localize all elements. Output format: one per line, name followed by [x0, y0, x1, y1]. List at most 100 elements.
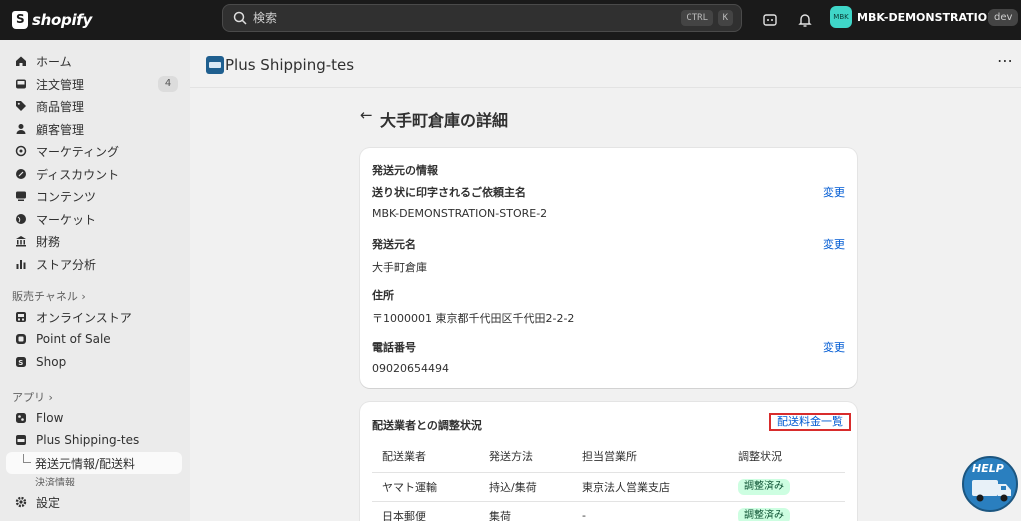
- chart-icon: [14, 257, 28, 271]
- column-header: 配送業者: [372, 440, 479, 473]
- sidebar-item-label: ストア分析: [36, 257, 97, 272]
- sidebar-item-label: マーケット: [36, 212, 97, 227]
- table-row[interactable]: ヤマト運輸 持込/集荷 東京法人営業支店 調整済み: [372, 472, 845, 502]
- app-title: Plus Shipping-tes: [225, 56, 355, 74]
- sidebar-item-label: 財務: [36, 234, 61, 249]
- shortcut-k-key: K: [717, 10, 733, 26]
- table-header-row: 配送業者 発送方法 担当営業所 調整状況: [372, 440, 845, 473]
- svg-text:S: S: [18, 359, 23, 367]
- card-heading: 発送元の情報: [372, 164, 438, 177]
- sidebar-item-label: Shop: [36, 355, 67, 369]
- app-icon: [14, 433, 28, 447]
- tag-icon: [14, 99, 28, 113]
- table-row[interactable]: 日本郵便 集荷 - 調整済み: [372, 501, 845, 521]
- search-icon: [233, 11, 247, 25]
- sidebar-subitem-payment[interactable]: 決済情報: [35, 477, 75, 486]
- office-cell: -: [572, 501, 728, 521]
- bell-icon[interactable]: [795, 10, 815, 30]
- sidebar-item-label: 注文管理: [36, 77, 85, 92]
- store-icon: [14, 310, 28, 324]
- apps-label: アプリ: [12, 391, 45, 404]
- sidebar-item-products[interactable]: 商品管理: [6, 95, 182, 117]
- sidebar-item-online-store[interactable]: オンラインストア: [6, 306, 182, 328]
- sidebar-item-finance[interactable]: 財務: [6, 230, 182, 252]
- shortcut-ctrl-key: CTRL: [681, 10, 713, 26]
- home-icon: [14, 54, 28, 68]
- method-cell: 集荷: [479, 501, 572, 521]
- sidebar-subitem-label: 発送元情報/配送料: [35, 456, 136, 471]
- plus-shipping-app-icon: [206, 56, 224, 74]
- sidebar-item-label: オンラインストア: [36, 310, 132, 325]
- person-icon: [14, 122, 28, 136]
- orders-count-badge: 4: [158, 76, 178, 92]
- phone-value: 09020654494: [372, 362, 449, 375]
- sidebar-item-label: 商品管理: [36, 99, 85, 114]
- sidebar-item-orders[interactable]: 注文管理 4: [6, 73, 182, 95]
- apps-heading[interactable]: アプリ ›: [12, 389, 53, 405]
- sidebar-item-analytics[interactable]: ストア分析: [6, 253, 182, 275]
- sidebar: ホーム 注文管理 4 商品管理 顧客管理 マーケティング ディスカウント コンテ…: [0, 40, 190, 521]
- carrier-table: 配送業者 発送方法 担当営業所 調整状況 ヤマト運輸 持込/集荷 東京法人営業支…: [372, 440, 845, 521]
- globe-icon: [14, 212, 28, 226]
- sender-name-value: MBK-DEMONSTRATION-STORE-2: [372, 207, 548, 220]
- sidebar-item-label: 設定: [36, 495, 61, 510]
- phone-label: 電話番号: [372, 341, 416, 354]
- help-button[interactable]: HELP: [962, 456, 1018, 512]
- search-bar[interactable]: CTRL K: [222, 4, 742, 32]
- sidebar-item-shop[interactable]: S Shop: [6, 351, 182, 373]
- flow-icon: [14, 411, 28, 425]
- change-phone-link[interactable]: 変更: [823, 339, 845, 355]
- sidebar-item-pos[interactable]: Point of Sale: [6, 328, 182, 350]
- sidebar-item-label: Plus Shipping-tes: [36, 433, 140, 447]
- more-actions-button[interactable]: ⋯: [995, 53, 1015, 74]
- card-heading: 配送業者との調整状況: [372, 419, 482, 432]
- sidebar-item-marketing[interactable]: マーケティング: [6, 140, 182, 162]
- sidebar-item-discounts[interactable]: ディスカウント: [6, 163, 182, 185]
- app-header: Plus Shipping-tes ⋯: [190, 40, 1021, 88]
- sidebar-item-settings[interactable]: 設定: [6, 491, 182, 513]
- sidebar-item-label: マーケティング: [36, 144, 120, 159]
- address-value: 〒1000001 東京都千代田区千代田2-2-2: [372, 312, 575, 325]
- chevron-right-icon: ›: [48, 391, 53, 404]
- shop-icon: S: [14, 355, 28, 369]
- sidebar-item-flow[interactable]: Flow: [6, 407, 182, 429]
- origin-info-card: 発送元の情報 送り状に印字されるご依頼主名 変更 MBK-DEMONSTRATI…: [360, 148, 857, 388]
- sidebar-item-label: ホーム: [36, 54, 72, 69]
- status-badge: 調整済み: [738, 507, 790, 521]
- shopify-logo[interactable]: shopify: [12, 11, 222, 29]
- sidebar-subitem-origin-shipping[interactable]: 発送元情報/配送料: [6, 452, 182, 474]
- sidebar-item-plus-shipping[interactable]: Plus Shipping-tes: [6, 429, 182, 451]
- column-header: 担当営業所: [572, 440, 728, 473]
- origin-name-value: 大手町倉庫: [372, 261, 427, 274]
- shipping-rates-link[interactable]: 配送料金一覧: [769, 413, 851, 431]
- search-input[interactable]: [253, 11, 673, 25]
- gear-icon: [14, 495, 28, 509]
- shopify-bag-icon: [12, 11, 28, 29]
- discount-icon: [14, 167, 28, 181]
- tree-branch-line: [23, 454, 31, 463]
- sidebar-item-content[interactable]: コンテンツ: [6, 185, 182, 207]
- sidebar-item-label: 顧客管理: [36, 122, 85, 137]
- change-origin-name-link[interactable]: 変更: [823, 236, 845, 252]
- carrier-status-card: 配送業者との調整状況 配送料金一覧 配送業者 発送方法 担当営業所 調整状況 ヤ…: [360, 402, 857, 521]
- sidebar-item-label: コンテンツ: [36, 189, 97, 204]
- address-label: 住所: [372, 289, 394, 302]
- sidebar-item-customers[interactable]: 顧客管理: [6, 118, 182, 140]
- sales-channels-label: 販売チャネル: [12, 290, 78, 303]
- sidebar-item-home[interactable]: ホーム: [6, 50, 182, 72]
- bank-icon: [14, 234, 28, 248]
- env-badge: dev: [988, 9, 1019, 26]
- sender-name-label: 送り状に印字されるご依頼主名: [372, 186, 526, 199]
- carrier-cell: ヤマト運輸: [372, 472, 479, 502]
- status-cell: 調整済み: [728, 501, 845, 521]
- change-sender-link[interactable]: 変更: [823, 184, 845, 200]
- top-bar: shopify CTRL K MBK MBK-DEMONSTRATION-...…: [0, 0, 1021, 40]
- sales-channels-heading[interactable]: 販売チャネル ›: [12, 288, 86, 304]
- carrier-cell: 日本郵便: [372, 501, 479, 521]
- store-avatar[interactable]: MBK: [830, 6, 852, 28]
- sidebar-item-markets[interactable]: マーケット: [6, 208, 182, 230]
- logo-text: shopify: [32, 11, 92, 29]
- back-arrow-icon[interactable]: ←: [360, 106, 373, 124]
- sidebar-item-label: Point of Sale: [36, 332, 111, 346]
- inbox-alert-icon[interactable]: [760, 10, 780, 30]
